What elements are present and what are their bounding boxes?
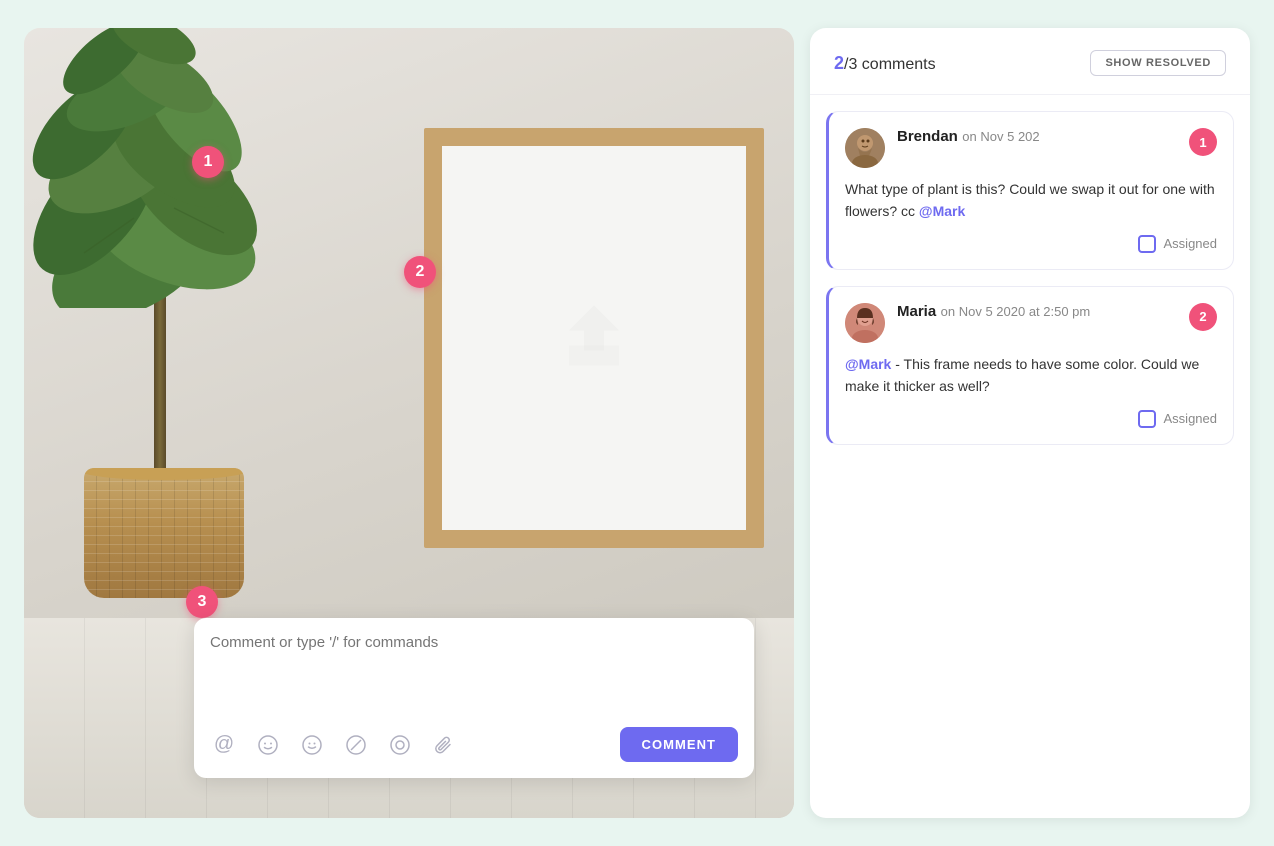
attachment-icon[interactable]: [430, 731, 458, 759]
comment-2-mention: @Mark: [845, 356, 891, 372]
comment-2-footer: Assigned: [845, 410, 1217, 428]
record-icon[interactable]: [386, 731, 414, 759]
basket-rim: [84, 468, 244, 480]
frame-outer: [424, 128, 764, 548]
assigned-checkbox-2[interactable]: [1138, 410, 1156, 428]
plant-basket: [84, 468, 244, 598]
slash-icon[interactable]: [342, 731, 370, 759]
comment-1-text: What type of plant is this? Could we swa…: [845, 178, 1217, 223]
avatar-maria: [845, 303, 885, 343]
comment-1-mention: @Mark: [919, 203, 965, 219]
comment-2-date: on Nov 5 2020 at 2:50 pm: [941, 304, 1091, 319]
annotation-pin-1[interactable]: 1: [192, 146, 224, 178]
show-resolved-button[interactable]: SHOW RESOLVED: [1090, 50, 1226, 76]
comment-2-meta: Maria on Nov 5 2020 at 2:50 pm: [897, 303, 1177, 321]
comments-count-highlight: 2: [834, 53, 844, 73]
assigned-checkbox-1[interactable]: [1138, 235, 1156, 253]
comment-1-meta: Brendan on Nov 5 202: [897, 128, 1177, 146]
assigned-label-2: Assigned: [1164, 411, 1217, 426]
panel-content: Brendan on Nov 5 202 1 What type of plan…: [810, 95, 1250, 818]
comment-toolbar: @: [210, 727, 738, 762]
comment-1-footer: Assigned: [845, 235, 1217, 253]
comment-textarea[interactable]: [210, 634, 738, 714]
comment-2-author: Maria: [897, 303, 936, 320]
emoji-smile-icon[interactable]: [298, 731, 326, 759]
frame-logo: [544, 296, 644, 381]
annotation-pin-2[interactable]: 2: [404, 256, 436, 288]
plant-leaves: [24, 28, 314, 308]
assigned-label-1: Assigned: [1164, 236, 1217, 251]
comment-1-author: Brendan: [897, 128, 958, 145]
comment-input-box: @: [194, 618, 754, 778]
comment-card-1-header: Brendan on Nov 5 202 1: [845, 128, 1217, 168]
comments-count-text: /3 comments: [844, 56, 936, 73]
comment-1-date: on Nov 5 202: [962, 129, 1039, 144]
left-panel: 1 2 3 @: [24, 28, 794, 818]
plant-container: [44, 98, 324, 598]
panel-header: 2/3 comments SHOW RESOLVED: [810, 28, 1250, 95]
comment-card-1: Brendan on Nov 5 202 1 What type of plan…: [826, 111, 1234, 270]
comment-2-text: @Mark - This frame needs to have some co…: [845, 353, 1217, 398]
comment-card-2-header: Maria on Nov 5 2020 at 2:50 pm 2: [845, 303, 1217, 343]
scene-image: 1 2 3 @: [24, 28, 794, 818]
comments-count: 2/3 comments: [834, 53, 936, 74]
avatar-brendan: [845, 128, 885, 168]
mention-icon[interactable]: @: [210, 731, 238, 759]
app-container: 1 2 3 @: [0, 0, 1274, 846]
comment-submit-button[interactable]: COMMENT: [620, 727, 738, 762]
frame-container: [424, 128, 764, 548]
toolbar-icons: @: [210, 731, 620, 759]
emoji-face-icon[interactable]: [254, 731, 282, 759]
right-panel: 2/3 comments SHOW RESOLVED: [810, 28, 1250, 818]
annotation-pin-3[interactable]: 3: [186, 586, 218, 618]
comment-badge-2: 2: [1189, 303, 1217, 331]
comment-card-2: Maria on Nov 5 2020 at 2:50 pm 2 @Mark -…: [826, 286, 1234, 445]
comment-badge-1: 1: [1189, 128, 1217, 156]
